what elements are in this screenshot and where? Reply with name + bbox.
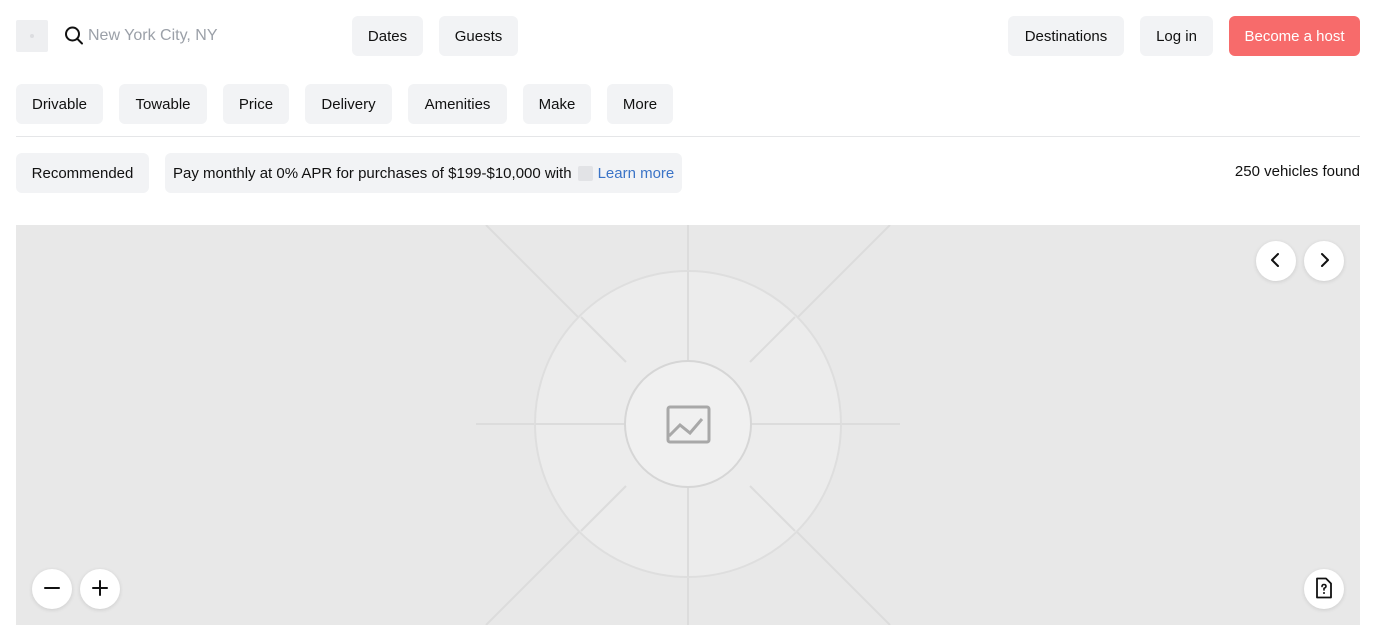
map-placeholder-graphic: [476, 225, 900, 625]
filter-delivery[interactable]: Delivery: [305, 84, 392, 124]
chevron-left-icon: [1268, 252, 1284, 271]
destinations-button[interactable]: Destinations: [1008, 16, 1124, 56]
learn-more-link[interactable]: Learn more: [598, 165, 675, 182]
map-help-button[interactable]: [1304, 569, 1344, 609]
plus-icon: [91, 579, 109, 600]
map-next-button[interactable]: [1304, 241, 1344, 281]
sort-recommended-button[interactable]: Recommended: [16, 153, 149, 193]
filter-drivable[interactable]: Drivable: [16, 84, 103, 124]
filter-price[interactable]: Price: [223, 84, 289, 124]
search-bar[interactable]: [64, 20, 334, 52]
filter-make[interactable]: Make: [523, 84, 591, 124]
chevron-right-icon: [1316, 252, 1332, 271]
guests-button[interactable]: Guests: [439, 16, 518, 56]
filter-amenities[interactable]: Amenities: [408, 84, 507, 124]
promo-text: Pay monthly at 0% APR for purchases of $…: [173, 164, 572, 182]
zoom-out-button[interactable]: [32, 569, 72, 609]
map-prev-button[interactable]: [1256, 241, 1296, 281]
payment-provider-logo: [577, 165, 593, 181]
logo[interactable]: [16, 20, 48, 52]
login-button[interactable]: Log in: [1140, 16, 1213, 56]
logo-mark: [30, 34, 34, 38]
search-input[interactable]: [88, 27, 318, 45]
zoom-in-button[interactable]: [80, 569, 120, 609]
filter-more[interactable]: More: [607, 84, 673, 124]
financing-promo-banner: Pay monthly at 0% APR for purchases of $…: [165, 153, 683, 193]
dates-button[interactable]: Dates: [352, 16, 423, 56]
map[interactable]: [16, 225, 1360, 625]
minus-icon: [43, 579, 61, 600]
divider: [16, 136, 1360, 137]
document-question-icon: [1314, 577, 1334, 602]
filter-towable[interactable]: Towable: [119, 84, 207, 124]
become-host-button[interactable]: Become a host: [1229, 16, 1360, 56]
search-icon: [64, 26, 84, 46]
results-count: 250 vehicles found: [1234, 163, 1360, 180]
